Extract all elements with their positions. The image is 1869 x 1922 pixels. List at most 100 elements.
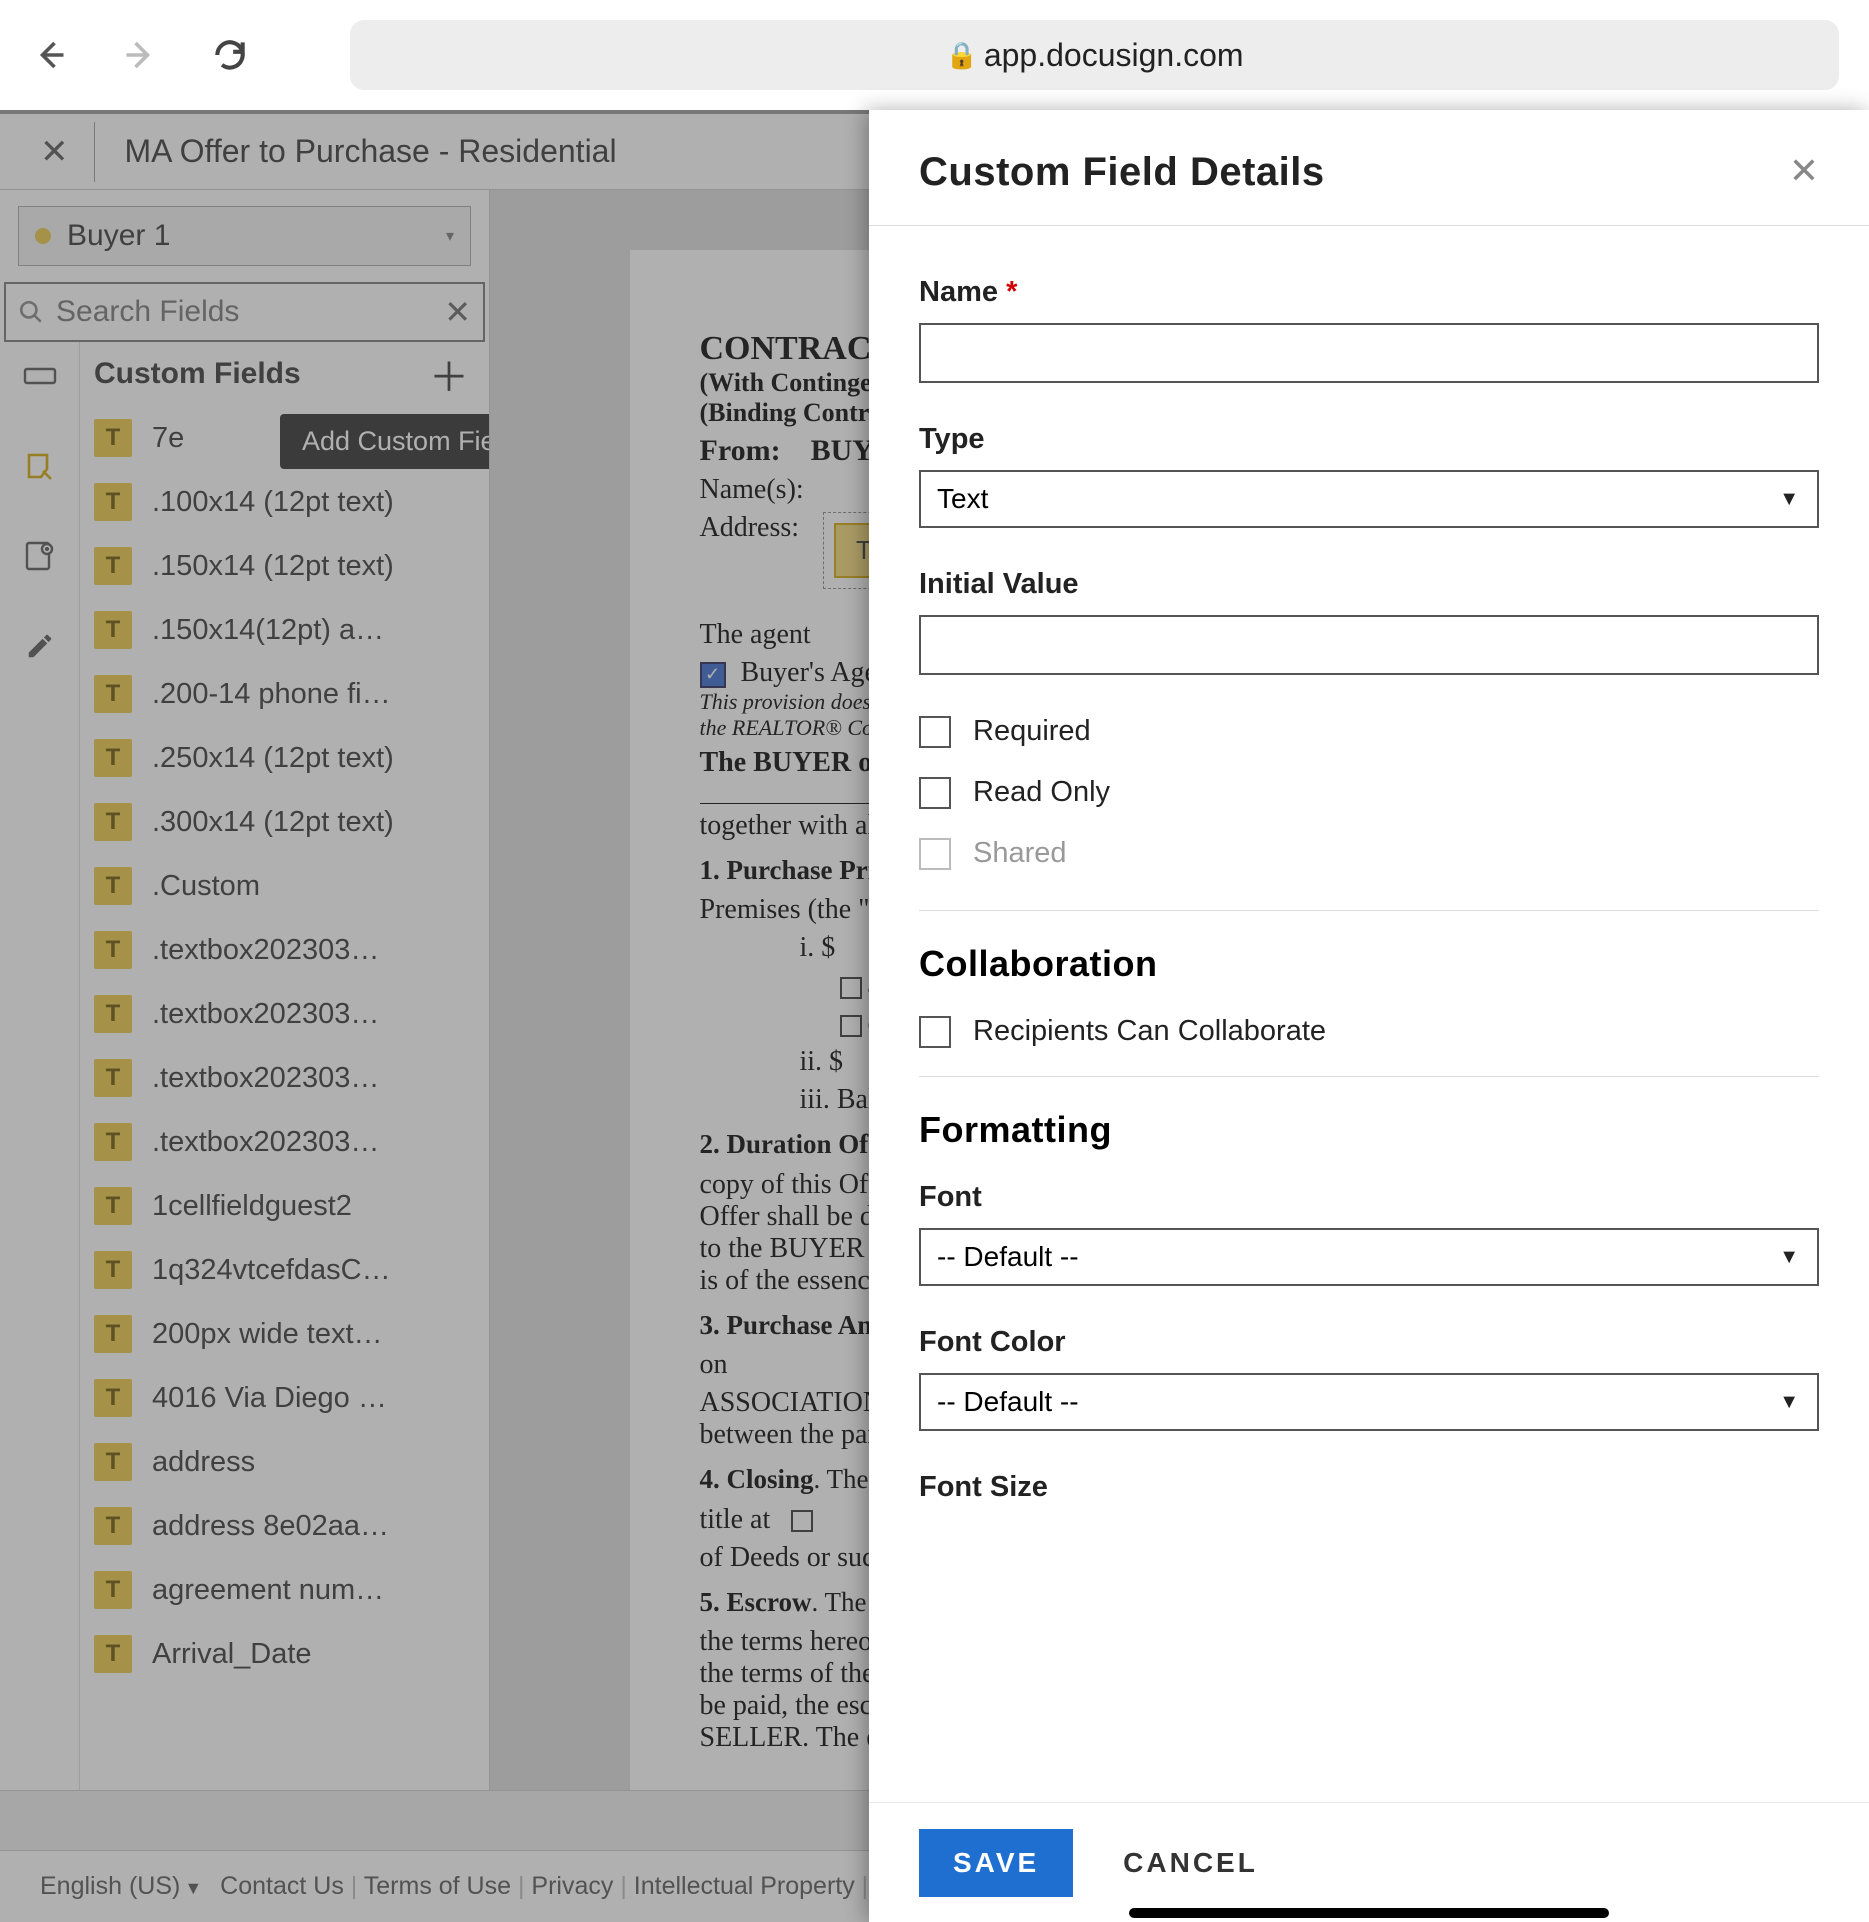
close-icon[interactable]: ✕ — [1789, 150, 1819, 192]
close-icon[interactable]: ✕ — [40, 132, 69, 172]
checkbox-option[interactable] — [791, 1510, 813, 1532]
text-field-icon: T — [94, 547, 132, 585]
footer-link[interactable]: Terms of Use — [364, 1872, 511, 1900]
field-label: agreement num… — [152, 1574, 384, 1607]
font-color-select[interactable]: -- Default -- — [919, 1373, 1819, 1431]
text-field-icon: T — [94, 1379, 132, 1417]
text-field-icon: T — [94, 1571, 132, 1609]
text-field-icon: T — [94, 1635, 132, 1673]
field-label: .200-14 phone fi… — [152, 678, 391, 711]
initial-value-label: Initial Value — [919, 568, 1819, 601]
text-field-icon: T — [94, 931, 132, 969]
field-item[interactable]: T .300x14 (12pt text) — [80, 790, 489, 854]
text-field-icon: T — [94, 1315, 132, 1353]
recipient-name: Buyer 1 — [67, 219, 170, 253]
text-field-icon: T — [94, 867, 132, 905]
field-label: .300x14 (12pt text) — [152, 806, 394, 839]
text-field-icon: T — [94, 739, 132, 777]
formatting-heading: Formatting — [919, 1109, 1819, 1151]
field-item[interactable]: T .textbox202303… — [80, 982, 489, 1046]
font-label: Font — [919, 1181, 1819, 1214]
field-label: 1cellfieldguest2 — [152, 1190, 352, 1223]
field-label: address 8e02aa… — [152, 1510, 389, 1543]
back-icon[interactable] — [30, 35, 70, 75]
field-item[interactable]: T.textbox202303… — [80, 918, 489, 982]
checkbox-option[interactable] — [840, 977, 862, 999]
field-item[interactable]: T Arrival_Date — [80, 1622, 489, 1686]
field-label: .250x14 (12pt text) — [152, 742, 394, 775]
type-select[interactable]: Text — [919, 470, 1819, 528]
modal-title: Custom Field Details — [919, 150, 1325, 195]
collaborate-checkbox[interactable] — [919, 1016, 951, 1048]
document-title: MA Offer to Purchase - Residential — [125, 133, 617, 170]
field-item[interactable]: T1cellfieldguest2 — [80, 1174, 489, 1238]
font-size-label: Font Size — [919, 1471, 1819, 1504]
text-field-icon: T — [94, 803, 132, 841]
field-label: .textbox202303… — [152, 998, 379, 1031]
text-field-icon: T — [94, 1507, 132, 1545]
text-field-icon: T — [94, 483, 132, 521]
footer-link[interactable]: Intellectual Property — [634, 1872, 855, 1900]
shared-checkbox — [919, 838, 951, 870]
search-field-wrap[interactable]: ✕ — [4, 282, 485, 342]
url-bar[interactable]: 🔒 app.docusign.com — [350, 20, 1839, 90]
text-field-icon: T — [94, 1123, 132, 1161]
custom-field-details-modal: Custom Field Details ✕ Name * Type Text … — [869, 110, 1869, 1922]
initial-value-input[interactable] — [919, 615, 1819, 675]
language-selector[interactable]: English (US)▼ — [40, 1872, 202, 1901]
field-item[interactable]: Tagreement num… — [80, 1558, 489, 1622]
font-select[interactable]: -- Default -- — [919, 1228, 1819, 1286]
cancel-button[interactable]: CANCEL — [1123, 1847, 1258, 1879]
field-item[interactable]: T.textbox202303… — [80, 1110, 489, 1174]
field-label: address — [152, 1446, 255, 1479]
sidebar: Buyer 1 ▾ ✕ — [0, 190, 490, 1790]
save-button[interactable]: SAVE — [919, 1829, 1073, 1897]
search-icon — [18, 299, 44, 325]
field-label: 1q324vtcefdasC… — [152, 1254, 391, 1287]
add-field-icon[interactable]: ＋ — [429, 345, 469, 403]
field-item[interactable]: T .250x14 (12pt text) — [80, 726, 489, 790]
text-field-icon: T — [94, 995, 132, 1033]
field-item[interactable]: T1q324vtcefdasC… — [80, 1238, 489, 1302]
checkbox-option[interactable] — [840, 1015, 862, 1037]
chevron-down-icon: ▾ — [446, 226, 454, 246]
footer-link[interactable]: Privacy — [531, 1872, 613, 1900]
browser-chrome: 🔒 app.docusign.com — [0, 0, 1869, 110]
field-item[interactable]: T.Custom — [80, 854, 489, 918]
toolstrip — [0, 342, 80, 1790]
buyers-agent-checkbox[interactable]: ✓ — [700, 662, 726, 688]
field-item[interactable]: T.150x14(12pt) a… — [80, 598, 489, 662]
forward-icon[interactable] — [120, 35, 160, 75]
field-list[interactable]: T7eT.100x14 (12pt text)T.150x14 (12pt te… — [80, 406, 489, 1790]
field-item[interactable]: T .200-14 phone fi… — [80, 662, 489, 726]
tooltip-add-custom-field: Add Custom Field — [280, 414, 489, 469]
field-label: 4016 Via Diego … — [152, 1382, 387, 1415]
fields-column: Custom Fields ＋ Add Custom Field T7eT.10… — [80, 342, 489, 1790]
merge-fields-icon[interactable] — [20, 536, 60, 576]
required-checkbox[interactable] — [919, 716, 951, 748]
name-input[interactable] — [919, 323, 1819, 383]
recipient-select[interactable]: Buyer 1 ▾ — [18, 206, 471, 266]
field-item[interactable]: Taddress — [80, 1430, 489, 1494]
search-input[interactable] — [56, 295, 444, 329]
clear-icon[interactable]: ✕ — [444, 293, 471, 331]
text-field-icon: T — [94, 611, 132, 649]
edit-icon[interactable] — [20, 626, 60, 666]
reload-icon[interactable] — [210, 35, 250, 75]
field-item[interactable]: T 4016 Via Diego … — [80, 1366, 489, 1430]
field-label: Arrival_Date — [152, 1638, 312, 1671]
field-label: .150x14 (12pt text) — [152, 550, 394, 583]
field-item[interactable]: T.100x14 (12pt text) — [80, 470, 489, 534]
field-item[interactable]: T.textbox202303… — [80, 1046, 489, 1110]
field-item[interactable]: Taddress 8e02aa… — [80, 1494, 489, 1558]
footer-link[interactable]: Contact Us — [220, 1872, 344, 1900]
field-label: .textbox202303… — [152, 1062, 379, 1095]
readonly-checkbox[interactable] — [919, 777, 951, 809]
custom-fields-header: Custom Fields ＋ — [80, 342, 489, 406]
prefill-icon[interactable] — [20, 446, 60, 486]
field-item[interactable]: T .150x14 (12pt text) — [80, 534, 489, 598]
field-item[interactable]: T200px wide text… — [80, 1302, 489, 1366]
standard-fields-icon[interactable] — [20, 356, 60, 396]
text-field-icon: T — [94, 675, 132, 713]
lock-icon: 🔒 — [945, 40, 977, 71]
